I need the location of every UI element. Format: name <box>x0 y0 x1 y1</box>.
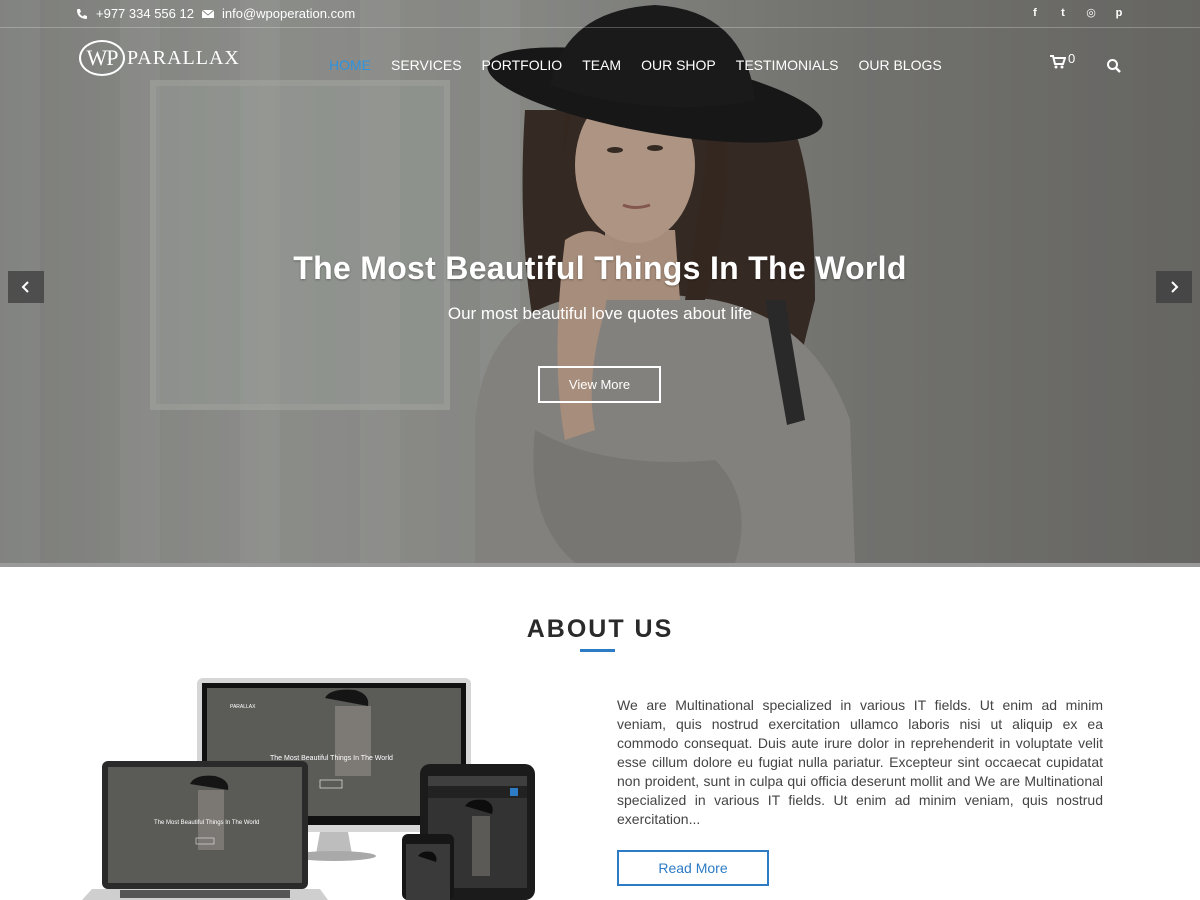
nav-item-our-shop[interactable]: OUR SHOP <box>631 56 726 74</box>
view-more-button[interactable]: View More <box>538 366 661 403</box>
hero-divider <box>0 563 1200 567</box>
topbar: +977 334 556 12 info@wpoperation.com f t… <box>0 0 1200 28</box>
laptop-screen-title: The Most Beautiful Things In The World <box>154 820 259 826</box>
monitor-screen-logo: PARALLAX <box>230 704 256 710</box>
instagram-icon[interactable]: ◎ <box>1084 6 1098 20</box>
hero-slider: +977 334 556 12 info@wpoperation.com f t… <box>0 0 1200 563</box>
nav-item-services[interactable]: SERVICES <box>381 56 472 74</box>
devices-mockup-image: The Most Beautiful Things In The World P… <box>82 678 535 900</box>
nav-item-our-blogs[interactable]: OUR BLOGS <box>848 56 951 74</box>
email-address: info@wpoperation.com <box>222 6 356 21</box>
cart-button[interactable]: 0 <box>1050 51 1075 69</box>
twitter-icon[interactable]: t <box>1056 6 1070 20</box>
phone-number: +977 334 556 12 <box>96 6 194 21</box>
nav-item-testimonials[interactable]: TESTIMONIALS <box>726 56 849 74</box>
slider-prev-button[interactable] <box>8 271 44 303</box>
envelope-icon <box>202 9 214 18</box>
nav-item-home[interactable]: HOME <box>319 56 381 74</box>
cart-icon <box>1050 55 1066 69</box>
search-icon[interactable] <box>1106 58 1122 74</box>
read-more-button[interactable]: Read More <box>617 850 769 886</box>
cart-count: 0 <box>1068 51 1076 66</box>
logo-mark: WP <box>79 40 125 76</box>
logo-text: PARALLAX <box>127 46 240 69</box>
phone-icon <box>77 8 87 19</box>
about-title-underline <box>580 649 615 652</box>
chevron-right-icon <box>1171 281 1179 293</box>
monitor-screen-title: The Most Beautiful Things In The World <box>270 755 393 762</box>
chevron-left-icon <box>21 281 29 293</box>
hero-subtitle: Our most beautiful love quotes about lif… <box>447 304 753 323</box>
site-logo[interactable]: WP PARALLAX <box>79 40 240 76</box>
slider-next-button[interactable] <box>1156 271 1192 303</box>
hero-title: The Most Beautiful Things In The World <box>293 250 907 286</box>
about-title: ABOUT US <box>526 615 674 643</box>
nav-item-team[interactable]: TEAM <box>572 56 631 74</box>
about-description: We are Multinational specialized in vari… <box>617 697 1103 827</box>
phone-contact[interactable]: +977 334 556 12 <box>76 6 194 21</box>
main-navigation: HOME SERVICES PORTFOLIO TEAM OUR SHOP TE… <box>319 56 952 74</box>
pinterest-icon[interactable]: p <box>1112 6 1126 20</box>
email-contact[interactable]: info@wpoperation.com <box>202 6 355 21</box>
facebook-icon[interactable]: f <box>1028 6 1042 20</box>
social-links: f t ◎ p <box>1028 6 1126 20</box>
nav-item-portfolio[interactable]: PORTFOLIO <box>472 56 573 74</box>
